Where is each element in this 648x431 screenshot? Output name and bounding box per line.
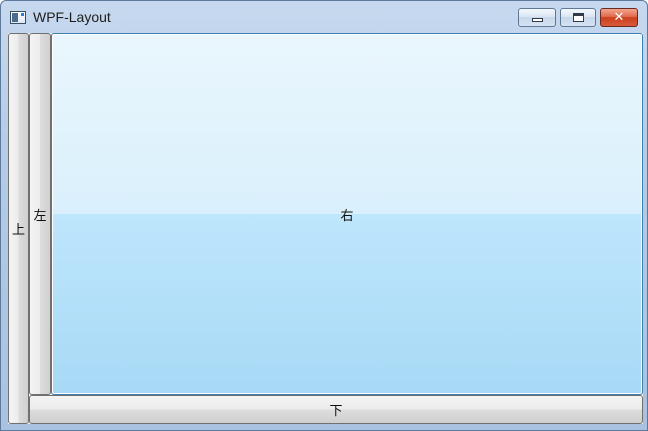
minimize-icon	[532, 18, 543, 22]
title-bar[interactable]: WPF-Layout ✕	[1, 1, 647, 33]
left-button-label: 左	[33, 208, 47, 224]
top-button[interactable]: 上	[8, 33, 29, 424]
close-icon: ✕	[613, 10, 625, 25]
dock-panel: 上 左 右 下	[8, 33, 643, 424]
maximize-button[interactable]	[560, 8, 596, 27]
top-button-label: 上	[11, 223, 25, 238]
close-button[interactable]: ✕	[600, 8, 638, 27]
maximize-icon	[573, 13, 584, 22]
app-window: WPF-Layout ✕ 上 左 右 下	[0, 0, 648, 431]
left-button[interactable]: 左	[29, 33, 51, 395]
bottom-button-label: 下	[329, 404, 343, 419]
window-title: WPF-Layout	[33, 9, 111, 25]
right-button[interactable]: 右	[51, 33, 643, 395]
caption-buttons: ✕	[518, 8, 638, 27]
right-button-label: 右	[340, 208, 354, 224]
app-window-icon[interactable]	[10, 11, 26, 24]
minimize-button[interactable]	[518, 8, 556, 27]
bottom-button[interactable]: 下	[29, 395, 643, 424]
